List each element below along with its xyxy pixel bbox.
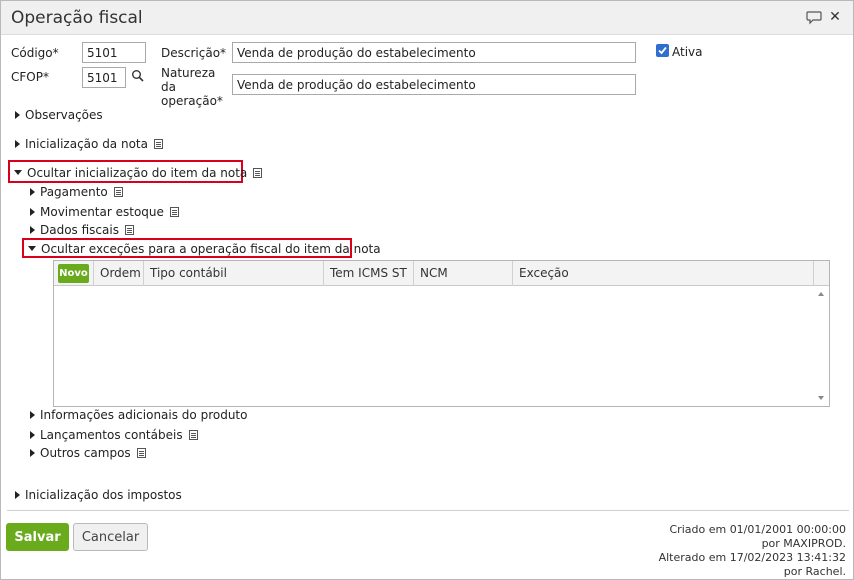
- natureza-label-1: Natureza: [161, 66, 216, 80]
- natureza-label-3: operação*: [161, 94, 223, 108]
- document-icon: [253, 167, 263, 178]
- created-text: Criado em 01/01/2001 00:00:00: [669, 523, 847, 536]
- document-icon: [169, 206, 179, 217]
- expand-arrow-icon: [15, 110, 20, 119]
- created-by-text: por MAXIPROD.: [761, 537, 846, 550]
- section-outros-campos[interactable]: Outros campos: [30, 446, 146, 460]
- codigo-input[interactable]: [82, 42, 146, 63]
- column-header-tipo-contabil[interactable]: Tipo contábil: [144, 261, 324, 286]
- title-bar: Operação fiscal ✕: [1, 1, 853, 35]
- document-icon: [113, 186, 123, 197]
- section-ocultar-excecoes[interactable]: Ocultar exceções para a operação fiscal …: [28, 242, 381, 256]
- window-title: Operação fiscal: [11, 8, 143, 28]
- section-inicializacao-impostos[interactable]: Inicialização dos impostos: [15, 488, 182, 502]
- expand-arrow-icon: [30, 448, 35, 457]
- section-info-adicionais[interactable]: Informações adicionais do produto: [30, 408, 247, 422]
- cfop-label: CFOP*: [11, 70, 49, 84]
- expand-arrow-icon: [30, 430, 35, 439]
- altered-text: Alterado em 17/02/2023 13:41:32: [658, 551, 846, 564]
- descricao-label: Descrição*: [161, 46, 227, 60]
- section-pagamento[interactable]: Pagamento: [30, 185, 123, 199]
- expand-arrow-icon: [30, 225, 35, 234]
- ativa-label: Ativa: [672, 45, 703, 59]
- section-inicializacao-nota[interactable]: Inicialização da nota: [15, 137, 163, 151]
- collapse-arrow-icon: [14, 170, 22, 175]
- scroll-up-arrow-icon[interactable]: [818, 292, 824, 296]
- expand-arrow-icon: [30, 187, 35, 196]
- expand-arrow-icon: [30, 410, 35, 419]
- novo-button[interactable]: Novo: [58, 264, 89, 283]
- document-icon: [153, 138, 163, 149]
- section-ocultar-item[interactable]: Ocultar inicialização do item da nota: [14, 166, 263, 180]
- cancel-button[interactable]: Cancelar: [73, 523, 148, 551]
- collapse-arrow-icon: [28, 246, 36, 251]
- section-lancamentos[interactable]: Lançamentos contábeis: [30, 428, 198, 442]
- close-icon[interactable]: ✕: [827, 9, 843, 25]
- natureza-input[interactable]: [232, 74, 636, 95]
- document-icon: [136, 447, 146, 458]
- document-icon: [124, 224, 134, 235]
- excecoes-grid: Novo Ordem Tipo contábil Tem ICMS ST NCM…: [53, 260, 830, 407]
- scroll-down-arrow-icon[interactable]: [818, 396, 824, 400]
- grid-header-novo-cell: Novo: [54, 261, 94, 286]
- column-header-ncm[interactable]: NCM: [414, 261, 513, 286]
- save-button[interactable]: Salvar: [6, 523, 69, 551]
- natureza-label-2: da: [161, 80, 176, 94]
- ativa-checkbox[interactable]: [656, 44, 669, 57]
- column-header-excecao[interactable]: Exceção: [513, 261, 814, 286]
- audit-info: Criado em 01/01/2001 00:00:00 por MAXIPR…: [586, 523, 846, 579]
- speech-bubble-icon[interactable]: [806, 9, 822, 25]
- section-movimentar-estoque[interactable]: Movimentar estoque: [30, 205, 179, 219]
- expand-arrow-icon: [15, 139, 20, 148]
- document-icon: [188, 429, 198, 440]
- expand-arrow-icon: [30, 207, 35, 216]
- magnifier-icon[interactable]: [131, 69, 147, 85]
- grid-header: Novo Ordem Tipo contábil Tem ICMS ST NCM…: [54, 261, 829, 286]
- altered-by-text: por Rachel.: [783, 565, 846, 578]
- expand-arrow-icon: [15, 490, 20, 499]
- section-observacoes[interactable]: Observações: [15, 108, 103, 122]
- dialog-window: Operação fiscal ✕ Código* Descrição* Ati…: [0, 0, 854, 580]
- column-header-tem-icms-st[interactable]: Tem ICMS ST: [324, 261, 414, 286]
- codigo-label: Código*: [11, 46, 59, 60]
- form-content: Código* Descrição* Ativa CFOP* Natureza …: [7, 35, 849, 511]
- cfop-input[interactable]: [82, 67, 126, 88]
- section-dados-fiscais[interactable]: Dados fiscais: [30, 223, 134, 237]
- column-header-ordem[interactable]: Ordem: [94, 261, 144, 286]
- descricao-input[interactable]: [232, 42, 636, 63]
